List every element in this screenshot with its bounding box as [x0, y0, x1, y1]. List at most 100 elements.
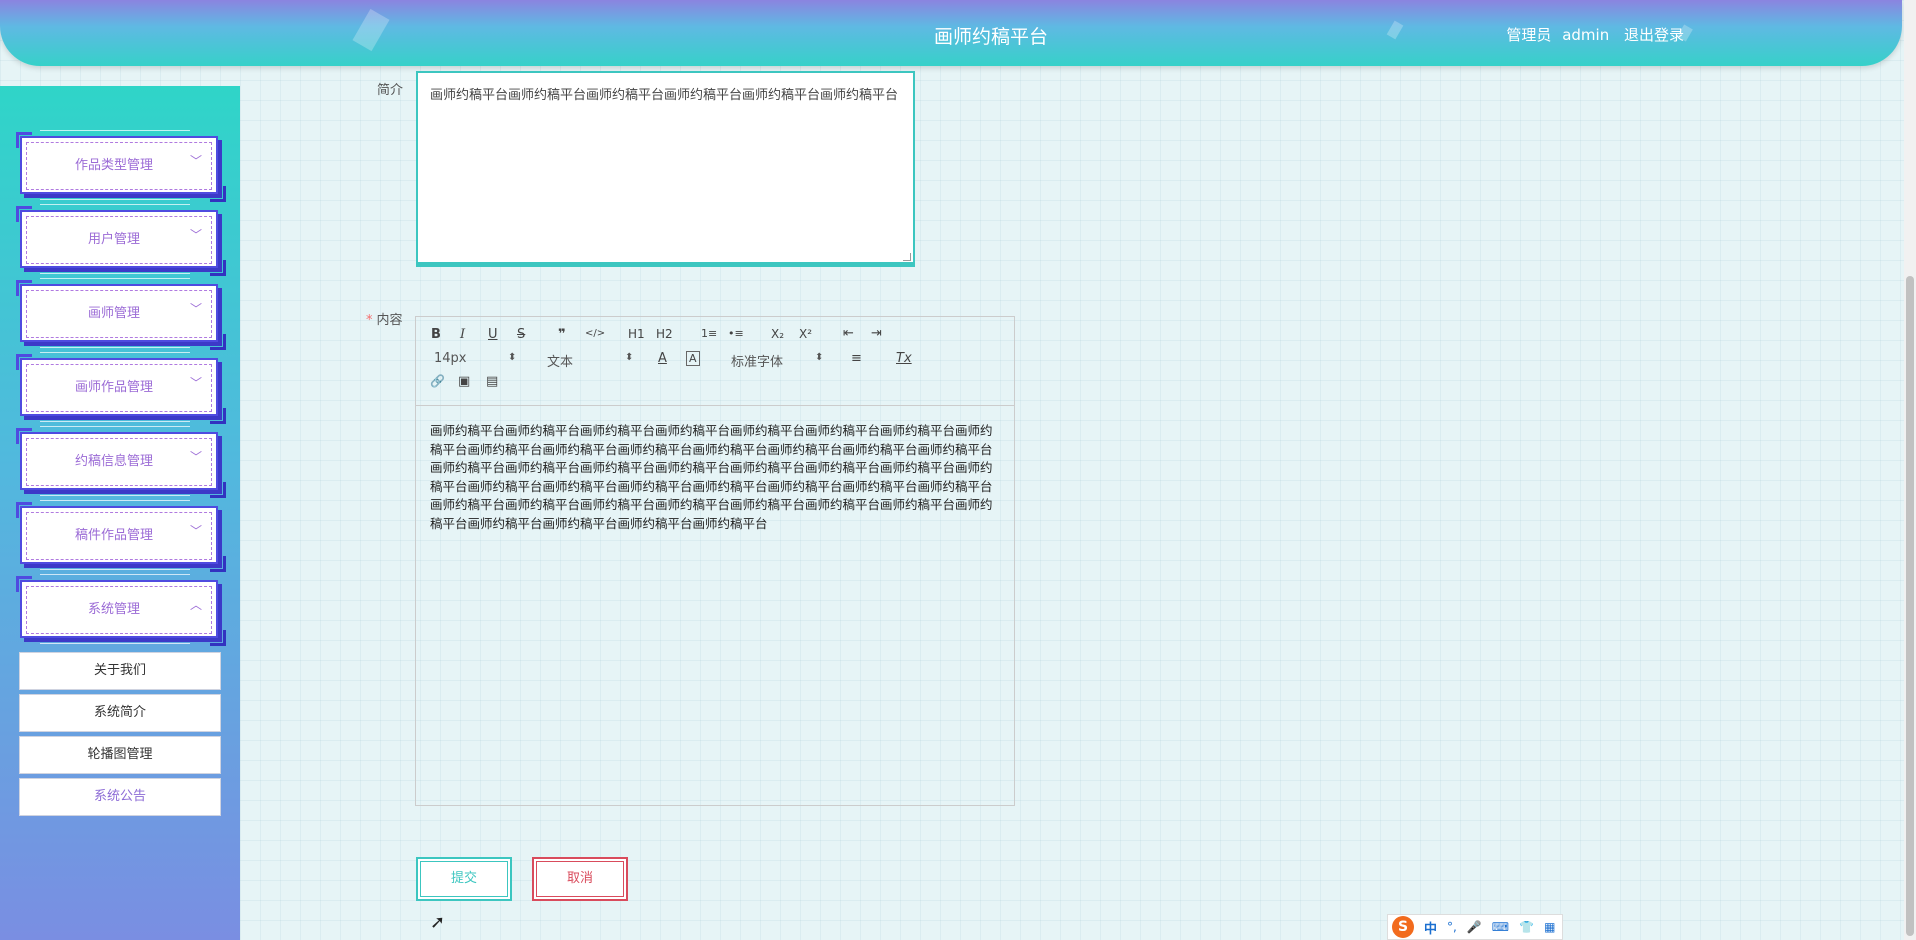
ime-language-toggle[interactable]: 中 — [1424, 918, 1437, 937]
heading-1-button[interactable]: H1 — [628, 327, 645, 341]
intro-textarea[interactable]: 画师约稿平台画师约稿平台画师约稿平台画师约稿平台画师约稿平台画师约稿平台 — [416, 71, 915, 267]
submit-button[interactable]: 提交 — [416, 857, 512, 901]
submenu-announcements[interactable]: 系统公告 — [19, 778, 221, 816]
frame-line — [40, 426, 190, 427]
user-info: 管理员 admin 退出登录 — [1500, 24, 1684, 45]
intro-text: 画师约稿平台画师约稿平台画师约稿平台画师约稿平台画师约稿平台画师约稿平台 — [430, 88, 899, 103]
ime-toolbar: S 中 °, 🎤 ⌨ 👕 ▦ — [1387, 914, 1563, 940]
mouse-cursor-icon: ➚ — [430, 912, 446, 933]
sidebar-item-label: 作品类型管理 — [74, 158, 153, 173]
type-select[interactable]: 文本 ⬍ — [547, 351, 634, 370]
editor-toolbar: B I U S ❞ </> H1 H2 1≡ •≡ X₂ X² ⇤ ⇥ 14px… — [416, 317, 1014, 406]
scrollbar-thumb[interactable] — [1906, 276, 1914, 936]
frame-line — [40, 278, 190, 279]
type-select-value: 文本 — [547, 355, 574, 370]
frame-corner — [210, 630, 226, 646]
font-select[interactable]: 标准字体 ⬍ — [731, 351, 823, 370]
chevron-down-icon: ﹀ — [189, 228, 202, 242]
chevron-down-icon: ﹀ — [189, 450, 202, 464]
outdent-button[interactable]: ⇤ — [843, 326, 854, 341]
video-button[interactable]: ▤ — [486, 374, 498, 389]
frame-corner — [210, 408, 226, 424]
clean-format-button[interactable]: Tx — [896, 351, 912, 366]
frame-line — [40, 421, 190, 422]
intro-label: 简介 — [377, 83, 404, 98]
frame-line — [40, 574, 190, 575]
content-label: * 内容 — [366, 309, 403, 328]
required-mark: * — [366, 313, 373, 328]
skin-icon[interactable]: 👕 — [1519, 920, 1534, 934]
content-label-text: 内容 — [376, 313, 403, 328]
superscript-button[interactable]: X² — [799, 327, 812, 341]
user-role: 管理员 — [1506, 26, 1552, 44]
frame-line — [40, 352, 190, 353]
sidebar: 作品类型管理 ﹀ 用户管理 ﹀ 画师管理 ﹀ 画师作品管理 ﹀ 约稿信息管理 ﹀… — [0, 86, 240, 940]
frame-corner — [210, 334, 226, 350]
code-block-button[interactable]: </> — [585, 328, 605, 339]
page-scrollbar[interactable] — [1904, 0, 1916, 940]
sidebar-item-artists[interactable]: 画师管理 ﹀ — [16, 278, 226, 350]
sidebar-item-system[interactable]: 系统管理 ︿ — [16, 574, 226, 646]
ime-punctuation-icon[interactable]: °, — [1447, 920, 1457, 934]
indent-button[interactable]: ⇥ — [871, 326, 882, 341]
sidebar-item-users[interactable]: 用户管理 ﹀ — [16, 204, 226, 276]
italic-button[interactable]: I — [460, 327, 465, 342]
cancel-button[interactable]: 取消 — [532, 857, 628, 901]
font-color-button[interactable]: A — [658, 351, 667, 366]
keyboard-icon[interactable]: ⌨ — [1492, 920, 1509, 934]
frame-line — [40, 495, 190, 496]
resize-grip-icon[interactable] — [903, 253, 911, 261]
frame-line — [40, 130, 190, 131]
size-select-value: 14px — [434, 351, 467, 366]
select-arrows-icon: ⬍ — [815, 352, 824, 363]
frame-line — [40, 347, 190, 348]
frame-line — [40, 500, 190, 501]
font-select-value: 标准字体 — [731, 355, 784, 370]
top-header: 画师约稿平台 管理员 admin 退出登录 — [0, 0, 1902, 66]
rich-text-editor: B I U S ❞ </> H1 H2 1≡ •≡ X₂ X² ⇤ ⇥ 14px… — [415, 316, 1015, 806]
blockquote-button[interactable]: ❞ — [558, 327, 566, 342]
frame-corner — [210, 186, 226, 202]
frame-line — [40, 273, 190, 274]
sidebar-item-label: 用户管理 — [87, 232, 140, 247]
submenu-system-intro[interactable]: 系统简介 — [19, 694, 221, 732]
chevron-down-icon: ﹀ — [189, 376, 202, 390]
editor-content[interactable]: 画师约稿平台画师约稿平台画师约稿平台画师约稿平台画师约稿平台画师约稿平台画师约稿… — [416, 406, 1014, 549]
frame-line — [40, 643, 190, 644]
sidebar-item-label: 画师管理 — [87, 306, 140, 321]
username: admin — [1562, 26, 1610, 44]
image-button[interactable]: ▣ — [458, 374, 470, 389]
frame-corner — [210, 260, 226, 276]
align-button[interactable]: ≡ — [851, 351, 862, 366]
submenu-about-us[interactable]: 关于我们 — [19, 652, 221, 690]
subscript-button[interactable]: X₂ — [771, 327, 784, 341]
sidebar-item-label: 系统管理 — [87, 602, 140, 617]
chevron-down-icon: ﹀ — [189, 154, 202, 168]
ime-logo-icon[interactable]: S — [1392, 916, 1414, 938]
link-button[interactable]: 🔗 — [430, 374, 445, 388]
select-arrows-icon: ⬍ — [625, 352, 634, 363]
underline-button[interactable]: U — [488, 327, 498, 342]
bullet-list-button[interactable]: •≡ — [728, 327, 744, 340]
sidebar-item-label: 稿件作品管理 — [74, 528, 153, 543]
microphone-icon[interactable]: 🎤 — [1467, 920, 1482, 934]
frame-line — [40, 569, 190, 570]
background-color-button[interactable]: A — [686, 351, 700, 366]
frame-line — [40, 199, 190, 200]
sidebar-item-artist-works[interactable]: 画师作品管理 ﹀ — [16, 352, 226, 424]
toolbox-icon[interactable]: ▦ — [1544, 920, 1555, 934]
submenu-carousel[interactable]: 轮播图管理 — [19, 736, 221, 774]
heading-2-button[interactable]: H2 — [656, 327, 673, 341]
ordered-list-button[interactable]: 1≡ — [701, 327, 717, 340]
chevron-down-icon: ﹀ — [189, 524, 202, 538]
frame-corner — [210, 556, 226, 572]
sidebar-item-manuscripts[interactable]: 稿件作品管理 ﹀ — [16, 500, 226, 572]
sidebar-item-commissions[interactable]: 约稿信息管理 ﹀ — [16, 426, 226, 498]
bold-button[interactable]: B — [431, 327, 441, 342]
sidebar-item-artwork-type[interactable]: 作品类型管理 ﹀ — [16, 130, 226, 202]
logout-link[interactable]: 退出登录 — [1624, 26, 1684, 44]
select-arrows-icon: ⬍ — [508, 352, 517, 363]
strike-button[interactable]: S — [517, 327, 525, 342]
chevron-up-icon: ︿ — [189, 598, 202, 612]
size-select[interactable]: 14px ⬍ — [434, 351, 517, 366]
